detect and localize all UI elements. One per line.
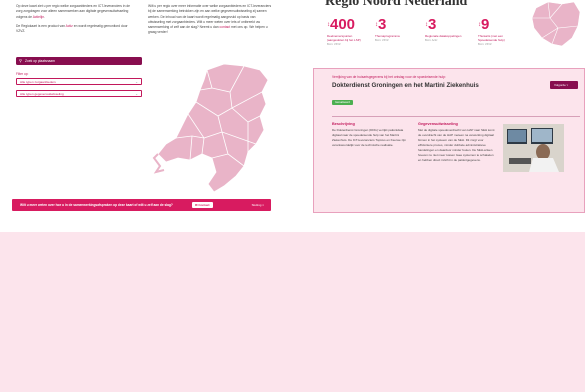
stat-programs: ↕3 Themaprogramma Bron: VZVZ bbox=[375, 16, 400, 43]
intro-text: Op deze kaart ziet u per regio welke zor… bbox=[16, 4, 130, 34]
footer-band bbox=[0, 232, 585, 392]
actiz-link[interactable]: Actiz bbox=[66, 24, 73, 28]
chevron-down-icon: ⌄ bbox=[135, 80, 138, 84]
intro-paragraph-2: De Regiokaart is een product van bbox=[16, 23, 65, 28]
status-badge: Gerealiseerd bbox=[332, 100, 353, 105]
description-text: De Dokterdienst Groningen (DDG) verrijkt… bbox=[332, 128, 406, 147]
search-input[interactable]: ⚲ Zoek op plaatsnaam bbox=[16, 57, 142, 65]
provider-type-select[interactable]: Alle typen zorgaanbieders ⌄ bbox=[16, 78, 142, 85]
exchange-text: Met de digitale spoedoverdracht van HAP … bbox=[418, 128, 495, 162]
order-control-button[interactable]: Volgorde ▿ bbox=[550, 81, 578, 89]
actielijn-link[interactable]: Actielijn bbox=[33, 15, 44, 19]
search-icon: ⚲ bbox=[19, 58, 22, 63]
card-subtitle: Verrijking van de huisartsgegevens bij h… bbox=[332, 75, 446, 79]
contact-link[interactable]: contact bbox=[219, 25, 230, 29]
info-text: Wilt u per regio over meer informatie ov… bbox=[148, 4, 272, 35]
contact-banner: Wilt u meer weten over hoe u in de samen… bbox=[12, 199, 271, 211]
card-divider bbox=[332, 116, 580, 117]
exchange-type-select[interactable]: Alle typen gegevensuitwisseling ⌄ bbox=[16, 90, 142, 97]
doctor-photo bbox=[503, 124, 564, 172]
close-banner-button[interactable]: Sluiting × bbox=[252, 199, 264, 211]
description-heading: Beschrijving bbox=[332, 122, 355, 126]
card-title: Dokterdienst Groningen en het Martini Zi… bbox=[332, 82, 479, 89]
contact-button[interactable]: ✉ Contact bbox=[192, 202, 213, 208]
region-map bbox=[531, 1, 581, 47]
stat-regional: ↕3 Regionale datakoppelingen Bron: Actiz bbox=[425, 16, 462, 43]
stat-doctors: ↕9 Thuisarts (met een Spoedeisende hulp)… bbox=[478, 16, 505, 47]
netherlands-map[interactable] bbox=[152, 58, 278, 196]
project-card: Verrijking van de huisartsgegevens bij h… bbox=[313, 68, 585, 213]
region-title: Regio Noord Nederland bbox=[325, 0, 468, 9]
chevron-down-icon: ⌄ bbox=[135, 92, 138, 96]
exchange-heading: Gegevensuitwisseling bbox=[418, 122, 458, 126]
stat-participants: ↕400 Deelnemerspunten (aangesloten bij h… bbox=[327, 16, 361, 47]
filter-label: Filter op: bbox=[16, 72, 29, 76]
